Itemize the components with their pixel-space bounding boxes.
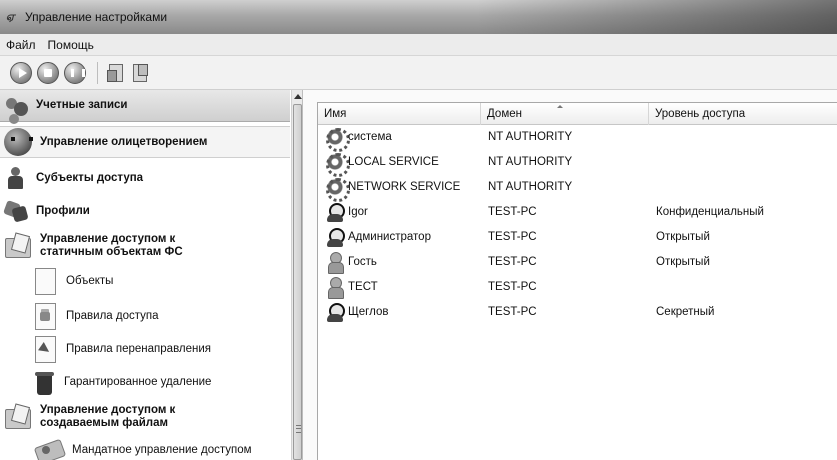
toolbar [0, 56, 837, 90]
document-icon[interactable] [106, 62, 126, 84]
stop-icon[interactable] [37, 61, 59, 84]
folder-icon [4, 232, 32, 260]
table-row[interactable]: Администратор TEST-PC Открытый [318, 226, 837, 248]
cell-name: Гость [348, 256, 377, 268]
scrollbar-thumb[interactable] [293, 104, 302, 460]
page-icon [32, 267, 58, 295]
pause-icon[interactable] [64, 61, 86, 84]
nav-item-impersonation[interactable]: Управление олицетворением [0, 126, 290, 158]
nav-item-label: Мандатное управление доступом [72, 444, 252, 456]
cell-name: NETWORK SERVICE [348, 181, 461, 193]
cell-domain: NT AUTHORITY [488, 181, 573, 193]
accounts-list: Имя Домен Уровень доступа система NT AUT… [317, 102, 837, 460]
table-row[interactable]: Igor TEST-PC Конфиденциальный [318, 201, 837, 223]
cell-domain: TEST-PC [488, 281, 537, 293]
folder-icon [4, 403, 32, 431]
nav-item-mandatory-access[interactable]: Мандатное управление доступом [0, 434, 290, 460]
table-row[interactable]: NETWORK SERVICE NT AUTHORITY [318, 176, 837, 202]
cell-name: ТЕСТ [348, 281, 378, 293]
nav-item-label: Профили [36, 204, 90, 217]
user-icon [325, 302, 345, 322]
title-bar: ஏ Управление настройками [0, 0, 837, 34]
table-row[interactable]: система NT AUTHORITY [318, 126, 837, 152]
cell-access-level: Секретный [656, 306, 715, 318]
cell-name: система [348, 131, 392, 143]
nav-item-access-rules[interactable]: Правила доступа [0, 300, 290, 332]
sidebar-scrollbar[interactable] [291, 90, 302, 460]
nav-item-accounts[interactable]: Учетные записи [0, 90, 290, 122]
cell-domain: NT AUTHORITY [488, 156, 573, 168]
menu-file[interactable]: Файл [6, 38, 36, 52]
mandate-icon [34, 437, 64, 460]
cell-domain: TEST-PC [488, 206, 537, 218]
users-icon [4, 94, 28, 118]
column-header-name[interactable]: Имя [318, 103, 481, 125]
gear-icon [325, 152, 350, 177]
scroll-up-icon[interactable] [294, 94, 302, 99]
play-icon[interactable] [10, 61, 32, 84]
table-row[interactable]: LOCAL SERVICE NT AUTHORITY [318, 151, 837, 177]
column-header-access-level[interactable]: Уровень доступа [649, 103, 837, 125]
nav-item-created-files-access[interactable]: Управление доступом к создаваемым файлам [0, 398, 290, 436]
window-title: Управление настройками [25, 10, 168, 24]
cell-domain: NT AUTHORITY [488, 131, 573, 143]
nav-item-secure-delete[interactable]: Гарантированное удаление [0, 366, 290, 398]
column-header-domain[interactable]: Домен [481, 103, 649, 125]
person-icon [4, 166, 28, 190]
gear-icon [325, 127, 350, 152]
nav-item-subjects[interactable]: Субъекты доступа [0, 162, 290, 194]
documents-icon[interactable] [130, 62, 150, 84]
nav-item-label: Управление олицетворением [40, 135, 208, 148]
cell-name: LOCAL SERVICE [348, 156, 439, 168]
navigation-list: Учетные записи Управление олицетворением… [0, 90, 290, 460]
cell-name: Igor [348, 206, 368, 218]
guest-icon [325, 277, 345, 299]
cell-domain: TEST-PC [488, 256, 537, 268]
menu-bar: Файл Помощь [0, 34, 837, 56]
lock-page-icon [32, 302, 58, 330]
column-headers: Имя Домен Уровень доступа [318, 103, 837, 125]
app-icon: ஏ [6, 10, 15, 23]
grip-icon [296, 425, 301, 433]
guest-icon [325, 252, 345, 274]
table-row[interactable]: Гость TEST-PC Открытый [318, 251, 837, 274]
toolbar-separator [97, 61, 98, 84]
gear-icon [325, 177, 350, 202]
menu-help[interactable]: Помощь [48, 38, 94, 52]
nav-item-static-fs-access[interactable]: Управление доступом к статичным объектам… [0, 227, 290, 265]
table-row[interactable]: Щеглов TEST-PC Секретный [318, 301, 837, 323]
title-bar-shade [477, 0, 837, 34]
sort-arrow-icon [557, 105, 563, 108]
cell-domain: TEST-PC [488, 231, 537, 243]
nav-item-label: Субъекты доступа [36, 171, 144, 184]
nav-item-label: Управление доступом к статичным объектам… [40, 233, 183, 258]
table-row[interactable]: ТЕСТ TEST-PC [318, 276, 837, 299]
nav-item-label: Правила доступа [66, 310, 159, 322]
cell-domain: TEST-PC [488, 306, 537, 318]
redirect-page-icon [32, 335, 58, 363]
profiles-icon [4, 199, 28, 223]
nav-item-label: Учетные записи [36, 99, 128, 111]
nav-item-label: Правила перенаправления [66, 343, 212, 355]
content-panel: Имя Домен Уровень доступа система NT AUT… [303, 90, 837, 460]
nav-item-label: Гарантированное удаление [64, 376, 212, 388]
cell-name: Администратор [348, 231, 431, 243]
nav-item-label: Управление доступом к создаваемым файлам [40, 404, 176, 429]
nav-item-label: Объекты [66, 275, 114, 287]
nav-item-profiles[interactable]: Профили [0, 195, 290, 227]
cell-access-level: Конфиденциальный [656, 206, 764, 218]
cell-access-level: Открытый [656, 256, 710, 268]
nav-item-objects[interactable]: Объекты [0, 265, 290, 297]
cell-name: Щеглов [348, 306, 389, 318]
nav-item-redirect-rules[interactable]: Правила перенаправления [0, 333, 290, 365]
cell-access-level: Открытый [656, 231, 710, 243]
navigation-panel: Учетные записи Управление олицетворением… [0, 90, 303, 460]
mask-icon [4, 128, 33, 156]
user-icon [325, 227, 345, 247]
user-icon [325, 202, 345, 222]
trash-icon [32, 370, 56, 395]
